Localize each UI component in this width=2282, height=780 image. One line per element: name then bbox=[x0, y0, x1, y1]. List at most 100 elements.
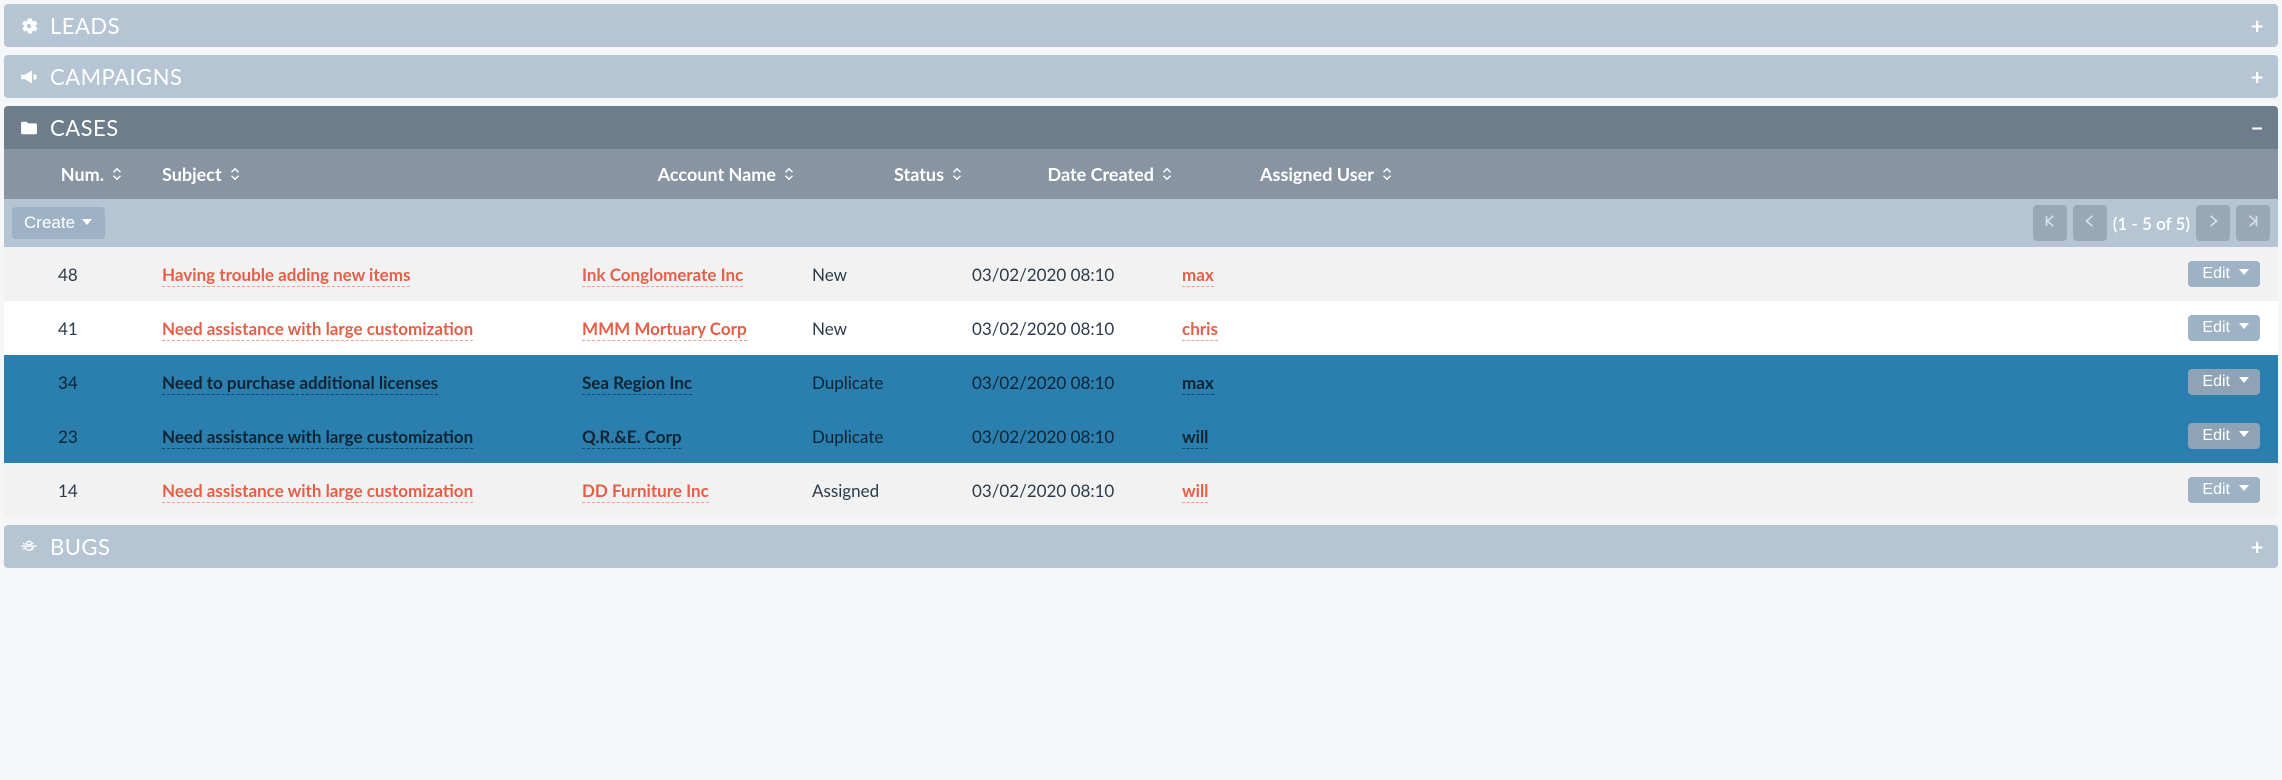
cell-user: will bbox=[1174, 422, 1394, 451]
subject-link[interactable]: Need to purchase additional licenses bbox=[162, 372, 438, 395]
edit-button[interactable]: Edit bbox=[2188, 369, 2260, 395]
account-link[interactable]: DD Furniture Inc bbox=[582, 480, 709, 503]
sort-icon bbox=[1380, 163, 1394, 185]
account-link[interactable]: Sea Region Inc bbox=[582, 372, 692, 395]
column-header-status[interactable]: Status bbox=[804, 159, 964, 189]
edit-button[interactable]: Edit bbox=[2188, 261, 2260, 287]
last-icon bbox=[2246, 213, 2260, 233]
chevron-down-icon bbox=[2238, 481, 2250, 499]
account-link[interactable]: Ink Conglomerate Inc bbox=[582, 264, 743, 287]
panel-leads: LEADS + bbox=[4, 4, 2278, 47]
chevron-down-icon bbox=[2238, 373, 2250, 391]
first-icon bbox=[2043, 213, 2057, 233]
create-button[interactable]: Create bbox=[12, 207, 105, 239]
subject-link[interactable]: Need assistance with large customization bbox=[162, 426, 473, 449]
column-header-num[interactable]: Num. bbox=[14, 159, 154, 189]
cell-num: 34 bbox=[14, 368, 154, 397]
sort-icon bbox=[228, 163, 242, 185]
minus-icon: − bbox=[2251, 117, 2264, 139]
user-link[interactable]: will bbox=[1182, 480, 1208, 503]
megaphone-icon bbox=[18, 66, 40, 88]
cell-status: New bbox=[804, 314, 964, 343]
user-link[interactable]: chris bbox=[1182, 318, 1218, 341]
column-label: Num. bbox=[61, 163, 104, 185]
pager-next-button[interactable] bbox=[2196, 205, 2230, 241]
table-row[interactable]: 48 Having trouble adding new items Ink Con… bbox=[4, 247, 2278, 301]
button-label: Edit bbox=[2202, 427, 2230, 445]
column-header-user[interactable]: Assigned User bbox=[1174, 159, 1394, 189]
gear-icon bbox=[18, 15, 40, 37]
table-row[interactable]: 14 Need assistance with large customizati… bbox=[4, 463, 2278, 517]
sort-icon bbox=[1160, 163, 1174, 185]
panel-header-campaigns[interactable]: CAMPAIGNS + bbox=[4, 55, 2278, 98]
cell-subject: Need to purchase additional licenses bbox=[154, 368, 574, 397]
cases-column-header: Num. Subject Account Name Status Date Cr… bbox=[4, 149, 2278, 199]
pager-prev-button[interactable] bbox=[2073, 205, 2107, 241]
subject-link[interactable]: Need assistance with large customization bbox=[162, 318, 473, 341]
cell-actions: Edit bbox=[1394, 257, 2268, 291]
button-label: Edit bbox=[2202, 481, 2230, 499]
column-header-date[interactable]: Date Created bbox=[964, 159, 1174, 189]
table-row[interactable]: 41Need assistance with large customizati… bbox=[4, 301, 2278, 355]
button-label: Edit bbox=[2202, 265, 2230, 283]
chevron-down-icon bbox=[2238, 319, 2250, 337]
user-link[interactable]: max bbox=[1182, 264, 1214, 287]
cell-subject: Having trouble adding new items bbox=[154, 260, 574, 289]
cell-date: 03/02/2020 08:10 bbox=[964, 422, 1174, 451]
next-icon bbox=[2206, 213, 2220, 233]
panel-bugs: BUGS + bbox=[4, 525, 2278, 568]
plus-icon: + bbox=[2251, 536, 2264, 558]
account-link[interactable]: Q.R.&E. Corp bbox=[582, 426, 681, 449]
cell-user: max bbox=[1174, 260, 1394, 289]
cell-account: Ink Conglomerate Inc bbox=[574, 260, 804, 289]
sort-icon bbox=[782, 163, 796, 185]
cell-actions: Edit bbox=[1394, 311, 2268, 345]
account-link[interactable]: MMM Mortuary Corp bbox=[582, 318, 747, 341]
cell-subject: Need assistance with large customization bbox=[154, 476, 574, 505]
edit-button[interactable]: Edit bbox=[2188, 315, 2260, 341]
cell-status: Duplicate bbox=[804, 368, 964, 397]
subject-link[interactable]: Need assistance with large customization bbox=[162, 480, 473, 503]
cell-account: MMM Mortuary Corp bbox=[574, 314, 804, 343]
panel-cases: CASES − Num. Subject Account Name Status… bbox=[4, 106, 2278, 517]
panel-header-bugs[interactable]: BUGS + bbox=[4, 525, 2278, 568]
bug-icon bbox=[18, 536, 40, 558]
panel-title: CAMPAIGNS bbox=[50, 63, 182, 90]
user-link[interactable]: max bbox=[1182, 372, 1214, 395]
plus-icon: + bbox=[2251, 15, 2264, 37]
prev-icon bbox=[2083, 213, 2097, 233]
pager-last-button[interactable] bbox=[2236, 205, 2270, 241]
column-header-subject[interactable]: Subject bbox=[154, 159, 574, 189]
panel-header-cases[interactable]: CASES − bbox=[4, 106, 2278, 149]
edit-button[interactable]: Edit bbox=[2188, 477, 2260, 503]
cell-num: 23 bbox=[14, 422, 154, 451]
cell-status: Duplicate bbox=[804, 422, 964, 451]
plus-icon: + bbox=[2251, 66, 2264, 88]
sort-icon bbox=[950, 163, 964, 185]
cell-user: chris bbox=[1174, 314, 1394, 343]
column-label: Status bbox=[894, 163, 944, 185]
cell-date: 03/02/2020 08:10 bbox=[964, 260, 1174, 289]
subject-link[interactable]: Having trouble adding new items bbox=[162, 264, 410, 287]
cell-num: 48 bbox=[14, 260, 154, 289]
cell-num: 14 bbox=[14, 476, 154, 505]
button-label: Edit bbox=[2202, 319, 2230, 337]
cell-date: 03/02/2020 08:10 bbox=[964, 476, 1174, 505]
column-header-account[interactable]: Account Name bbox=[574, 159, 804, 189]
table-row[interactable]: 34 Need to purchase additional licenses Se… bbox=[4, 355, 2278, 409]
cell-account: DD Furniture Inc bbox=[574, 476, 804, 505]
folder-icon bbox=[18, 117, 40, 139]
panel-header-leads[interactable]: LEADS + bbox=[4, 4, 2278, 47]
chevron-down-icon bbox=[2238, 265, 2250, 283]
cell-account: Q.R.&E. Corp bbox=[574, 422, 804, 451]
edit-button[interactable]: Edit bbox=[2188, 423, 2260, 449]
table-row[interactable]: 23 Need assistance with large customizati… bbox=[4, 409, 2278, 463]
cell-actions: Edit bbox=[1394, 365, 2268, 399]
cell-actions: Edit bbox=[1394, 419, 2268, 453]
column-label: Subject bbox=[162, 163, 222, 185]
user-link[interactable]: will bbox=[1182, 426, 1208, 449]
cell-status: Assigned bbox=[804, 476, 964, 505]
pager-first-button[interactable] bbox=[2033, 205, 2067, 241]
cell-user: will bbox=[1174, 476, 1394, 505]
column-label: Date Created bbox=[1048, 163, 1155, 185]
